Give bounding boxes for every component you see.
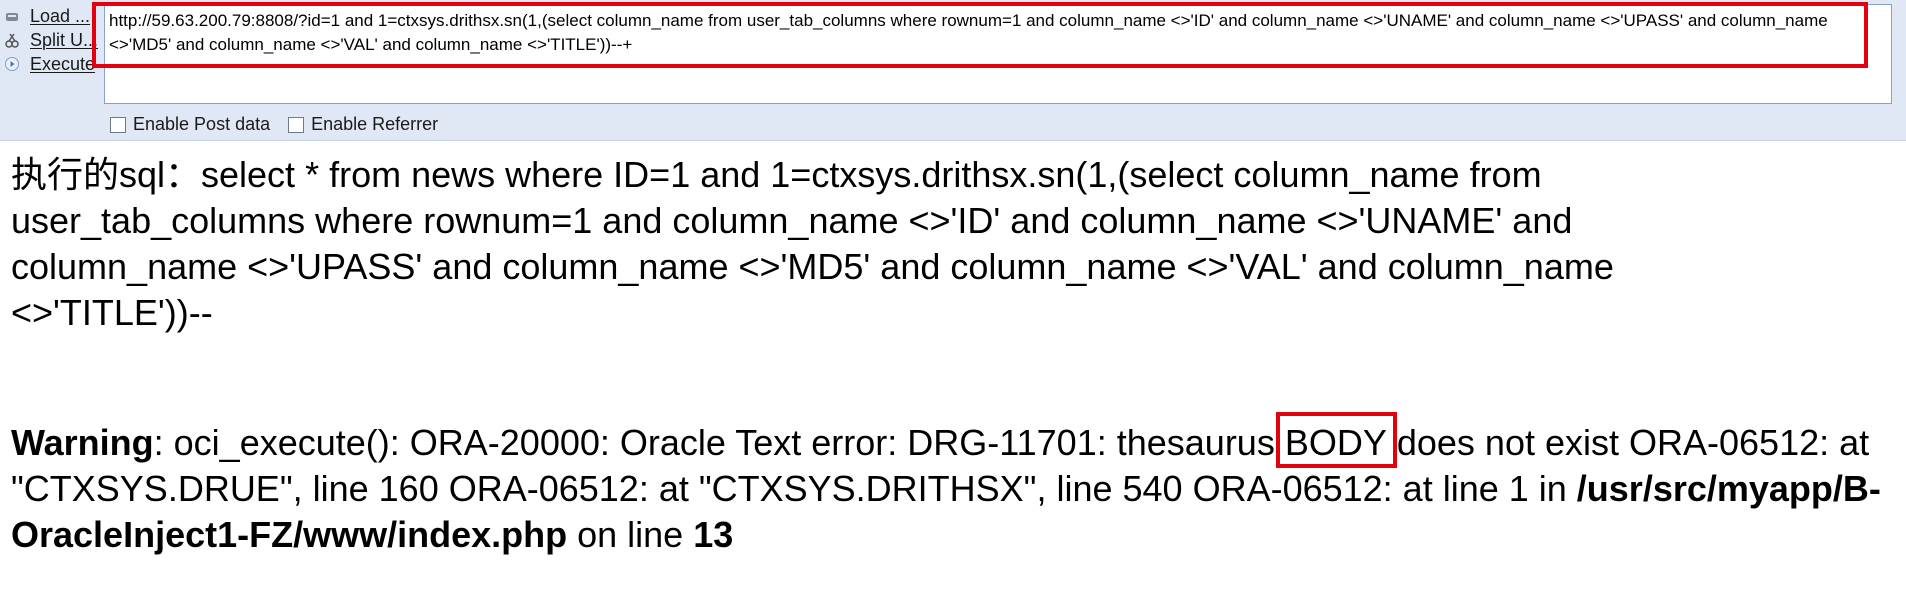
thesaurus-name-wrapper: BODY	[1275, 412, 1397, 468]
request-options: Enable Post data Enable Referrer	[110, 114, 456, 135]
on-line-text: on line	[567, 514, 694, 555]
enable-post-data-checkbox[interactable]: Enable Post data	[110, 114, 270, 135]
load-url-button[interactable]: Load ...	[4, 4, 90, 28]
split-url-button[interactable]: Split U...	[4, 28, 98, 52]
warning-label: Warning	[11, 422, 154, 463]
enable-referrer-box[interactable]	[288, 116, 305, 133]
split-url-icon	[4, 32, 20, 48]
url-input[interactable]: http://59.63.200.79:8808/?id=1 and 1=ctx…	[104, 4, 1892, 104]
enable-referrer-checkbox[interactable]: Enable Referrer	[288, 114, 438, 135]
line-number: 13	[693, 514, 734, 555]
hackbar-toolbar: Load ... Split U... Execute http://59.63…	[0, 0, 1906, 141]
page-output: 执行的sql：select * from news where ID=1 and…	[11, 152, 1891, 336]
warning-text-before: : oci_execute(): ORA-20000: Oracle Text …	[153, 422, 1285, 463]
execute-button[interactable]: Execute	[4, 52, 95, 76]
load-url-label: Load ...	[30, 5, 91, 26]
executed-sql-text: 执行的sql：select * from news where ID=1 and…	[11, 154, 1624, 333]
split-url-label: Split U...	[30, 29, 99, 50]
enable-post-data-label: Enable Post data	[133, 114, 271, 134]
url-input-value: http://59.63.200.79:8808/?id=1 and 1=ctx…	[109, 11, 1833, 54]
execute-icon	[4, 56, 20, 72]
load-url-icon	[4, 8, 20, 24]
execute-label: Execute	[30, 53, 96, 74]
warning-message: Warning: oci_execute(): ORA-20000: Oracl…	[11, 412, 1891, 558]
thesaurus-name: BODY	[1284, 422, 1387, 463]
enable-referrer-label: Enable Referrer	[311, 114, 439, 134]
enable-post-data-box[interactable]	[110, 116, 126, 133]
